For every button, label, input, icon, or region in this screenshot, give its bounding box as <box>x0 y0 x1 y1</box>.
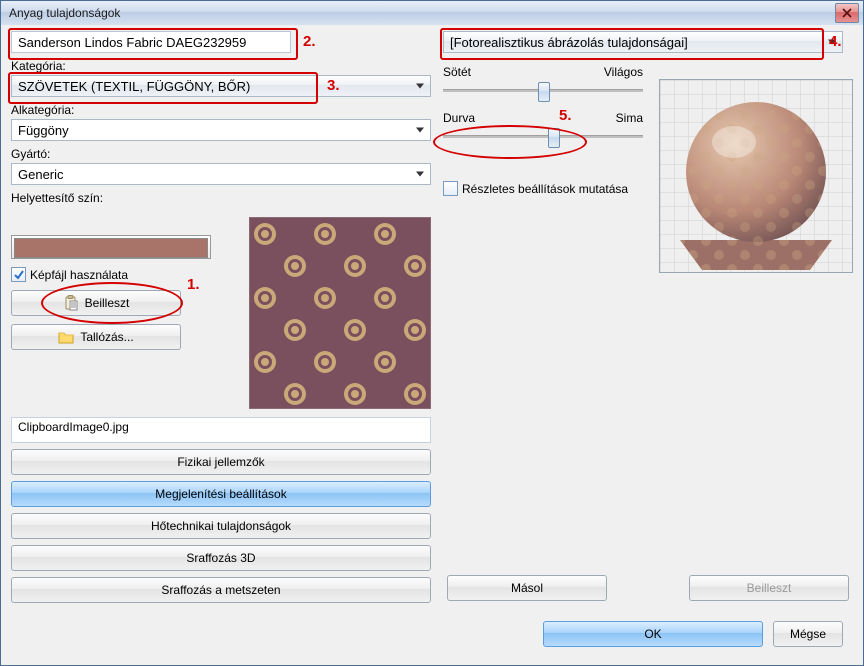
browse-button[interactable]: Tallózás... <box>11 324 181 350</box>
chevron-down-icon <box>416 128 424 133</box>
display-settings-button[interactable]: Megjelenítési beállítások <box>11 481 431 507</box>
checkbox-icon <box>11 267 26 282</box>
detail-settings-label: Részletes beállítások mutatása <box>462 182 628 196</box>
color-swatch <box>14 238 208 258</box>
paste-button[interactable]: Beilleszt <box>11 290 181 316</box>
category-label: Kategória: <box>11 59 431 73</box>
chevron-down-icon <box>416 172 424 177</box>
dialog-window: Anyag tulajdonságok 2. Kategória: SZÖVET… <box>0 0 864 666</box>
cancel-button[interactable]: Mégse <box>773 621 843 647</box>
roughness-slider-block: Durva Sima 5. <box>443 111 643 145</box>
use-image-checkbox[interactable]: Képfájl használata <box>11 267 237 282</box>
manufacturer-label: Gyártó: <box>11 147 431 161</box>
subcategory-label: Alkategória: <box>11 103 431 117</box>
checkbox-icon <box>443 181 458 196</box>
subcategory-dropdown[interactable]: Függöny <box>11 119 431 141</box>
chevron-down-icon <box>416 84 424 89</box>
image-filename: ClipboardImage0.jpg <box>11 417 431 443</box>
roughness-left-label: Durva <box>443 111 475 125</box>
brightness-right-label: Világos <box>604 65 643 79</box>
roughness-slider[interactable] <box>443 127 643 145</box>
paste-right-button: Beilleszt <box>689 575 849 601</box>
paste-button-label: Beilleszt <box>85 296 130 310</box>
color-picker-button[interactable] <box>11 235 211 259</box>
browse-button-label: Tallózás... <box>80 330 133 344</box>
close-button[interactable] <box>835 3 859 23</box>
manufacturer-dropdown[interactable]: Generic <box>11 163 431 185</box>
close-icon <box>842 8 852 18</box>
render-mode-value: [Fotorealisztikus ábrázolás tulajdonsága… <box>450 35 688 50</box>
hatching-section-button[interactable]: Sraffozás a metszeten <box>11 577 431 603</box>
slider-thumb[interactable] <box>548 128 560 148</box>
roughness-right-label: Sima <box>616 111 643 125</box>
right-panel: [Fotorealisztikus ábrázolás tulajdonsága… <box>443 31 853 655</box>
left-panel: 2. Kategória: SZÖVETEK (TEXTIL, FÜGGÖNY,… <box>11 31 431 655</box>
brightness-left-label: Sötét <box>443 65 471 79</box>
render-mode-dropdown[interactable]: [Fotorealisztikus ábrázolás tulajdonsága… <box>443 31 843 53</box>
copy-button[interactable]: Másol <box>447 575 607 601</box>
ok-button[interactable]: OK <box>543 621 763 647</box>
texture-preview <box>249 217 431 409</box>
manufacturer-value: Generic <box>18 167 64 182</box>
slider-thumb[interactable] <box>538 82 550 102</box>
brightness-slider-block: Sötét Világos <box>443 65 643 99</box>
material-name-input[interactable] <box>11 31 291 53</box>
folder-icon <box>58 330 74 344</box>
category-value: SZÖVETEK (TEXTIL, FÜGGÖNY, BŐR) <box>18 79 250 94</box>
window-title: Anyag tulajdonságok <box>9 6 120 20</box>
physical-properties-button[interactable]: Fizikai jellemzők <box>11 449 431 475</box>
material-3d-preview <box>659 79 853 273</box>
annotation-number-2: 2. <box>303 33 316 50</box>
chevron-down-icon <box>828 40 836 45</box>
hatching-3d-button[interactable]: Sraffozás 3D <box>11 545 431 571</box>
subcategory-value: Függöny <box>18 123 69 138</box>
use-image-label: Képfájl használata <box>30 268 128 282</box>
replacement-color-label: Helyettesítő szín: <box>11 191 431 205</box>
category-dropdown[interactable]: SZÖVETEK (TEXTIL, FÜGGÖNY, BŐR) <box>11 75 431 97</box>
brightness-slider[interactable] <box>443 81 643 99</box>
thermal-properties-button[interactable]: Hőtechnikai tulajdonságok <box>11 513 431 539</box>
titlebar: Anyag tulajdonságok <box>1 1 863 25</box>
paste-icon <box>63 295 79 311</box>
